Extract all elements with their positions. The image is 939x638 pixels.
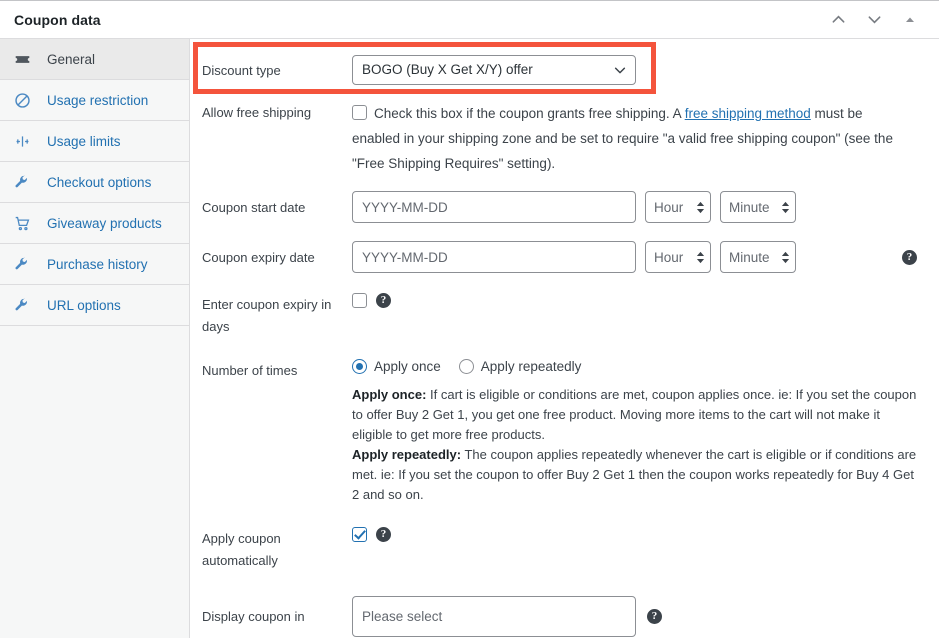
apply-coupon-automatically-label: Apply coupon automatically [202,531,281,568]
number-of-times-radio-group: Apply once Apply repeatedly [352,359,581,374]
free-shipping-description: Check this box if the coupon grants free… [352,101,912,176]
apply-once-label[interactable]: Apply once [374,359,441,374]
coupon-data-panel: Coupon data General Usage restriction Us… [0,0,939,638]
coupon-expiry-in-days-help-icon[interactable]: ? [376,293,391,308]
coupon-expiry-date-label: Coupon expiry date [202,250,315,265]
stepper-arrows-icon [781,251,790,264]
allow-free-shipping-label: Allow free shipping [202,105,312,120]
free-shipping-method-link[interactable]: free shipping method [685,106,811,121]
sidebar-item-checkout-options[interactable]: Checkout options [0,162,189,203]
coupon-start-minute-stepper[interactable]: Minute [720,191,796,223]
sidebar-item-label: Giveaway products [47,215,162,231]
stepper-arrows-icon [696,251,705,264]
apply-repeatedly-label[interactable]: Apply repeatedly [481,359,582,374]
field-coupon-start-date: Coupon start date Hour Minute [190,182,939,232]
field-discount-type: Discount type BOGO (Buy X Get X/Y) offer [190,39,939,97]
coupon-start-hour-stepper[interactable]: Hour [645,191,711,223]
sidebar-item-giveaway-products[interactable]: Giveaway products [0,203,189,244]
sidebar-item-label: Usage limits [47,133,121,149]
coupon-expiry-hour-stepper[interactable]: Hour [645,241,711,273]
coupon-general-form: Discount type BOGO (Buy X Get X/Y) offer… [190,39,939,638]
apply-repeatedly-radio[interactable] [458,359,474,374]
sidebar-item-usage-restriction[interactable]: Usage restriction [0,80,189,121]
field-coupon-expiry-in-days: Enter coupon expiry in days ? [190,282,939,338]
apply-once-radio[interactable] [352,359,367,374]
move-down-button[interactable] [863,9,885,31]
sidebar-item-usage-limits[interactable]: Usage limits [0,121,189,162]
coupon-data-sidebar: General Usage restriction Usage limits C… [0,39,190,638]
chevron-down-icon [868,16,880,24]
limits-icon [14,133,36,150]
discount-type-select[interactable]: BOGO (Buy X Get X/Y) offer [352,55,636,85]
wrench-icon [14,174,36,190]
apply-coupon-automatically-help-icon[interactable]: ? [376,527,391,542]
coupon-start-date-label: Coupon start date [202,200,306,215]
stepper-arrows-icon [696,201,705,214]
coupon-start-hour-value: Hour [654,199,684,215]
sidebar-item-label: Usage restriction [47,92,149,108]
sidebar-item-label: URL options [47,297,121,313]
sidebar-item-label: Checkout options [47,174,152,190]
apply-coupon-automatically-checkbox[interactable] [352,527,367,542]
wrench-icon [14,297,36,313]
sidebar-item-general[interactable]: General [0,39,189,80]
display-coupon-in-help-icon[interactable]: ? [647,609,662,624]
coupon-expiry-in-days-checkbox[interactable] [352,293,367,308]
apply-once-desc-title: Apply once: [352,387,427,402]
display-coupon-in-select[interactable]: Please select [352,596,636,637]
coupon-expiry-help-icon[interactable]: ? [902,250,917,265]
cart-icon [14,215,36,232]
triangle-up-icon [906,17,914,22]
field-coupon-expiry-date: Coupon expiry date Hour Minute [190,232,939,282]
discount-type-label: Discount type [202,63,281,78]
field-number-of-times: Number of times Apply once Apply repeate… [190,338,939,505]
field-apply-coupon-automatically: Apply coupon automatically ? [190,505,939,572]
coupon-expiry-in-days-label: Enter coupon expiry in days [202,297,332,334]
free-shipping-text-before: Check this box if the coupon grants free… [374,106,685,121]
ticket-icon [14,51,36,68]
wrench-icon [14,256,36,272]
chevron-up-icon [832,15,844,23]
panel-header: Coupon data [0,1,939,39]
coupon-expiry-minute-value: Minute [729,249,770,265]
apply-once-desc-body: If cart is eligible or conditions are me… [352,387,917,442]
number-of-times-label: Number of times [202,363,298,378]
sidebar-item-purchase-history[interactable]: Purchase history [0,244,189,285]
coupon-start-minute-value: Minute [729,199,770,215]
stepper-arrows-icon [781,201,790,214]
free-shipping-checkbox[interactable] [352,105,367,120]
sidebar-item-label: Purchase history [47,256,148,272]
sidebar-item-url-options[interactable]: URL options [0,285,189,326]
apply-repeatedly-desc-title: Apply repeatedly: [352,447,462,462]
coupon-expiry-hour-value: Hour [654,249,684,265]
field-display-coupon-in: Display coupon in Please select ? [190,572,939,637]
display-coupon-in-placeholder: Please select [362,609,443,624]
number-of-times-description: Apply once: If cart is eligible or condi… [352,385,922,505]
display-coupon-in-label: Display coupon in [202,609,305,624]
toggle-panel-button[interactable] [899,9,921,31]
ban-icon [14,92,36,109]
page-title: Coupon data [14,11,101,28]
sidebar-item-label: General [47,51,96,67]
move-up-button[interactable] [827,9,849,31]
panel-header-actions [827,9,927,31]
coupon-start-date-input[interactable] [352,191,636,223]
coupon-expiry-date-input[interactable] [352,241,636,273]
panel-body: General Usage restriction Usage limits C… [0,39,939,638]
coupon-expiry-minute-stepper[interactable]: Minute [720,241,796,273]
field-allow-free-shipping: Allow free shipping Check this box if th… [190,97,939,182]
